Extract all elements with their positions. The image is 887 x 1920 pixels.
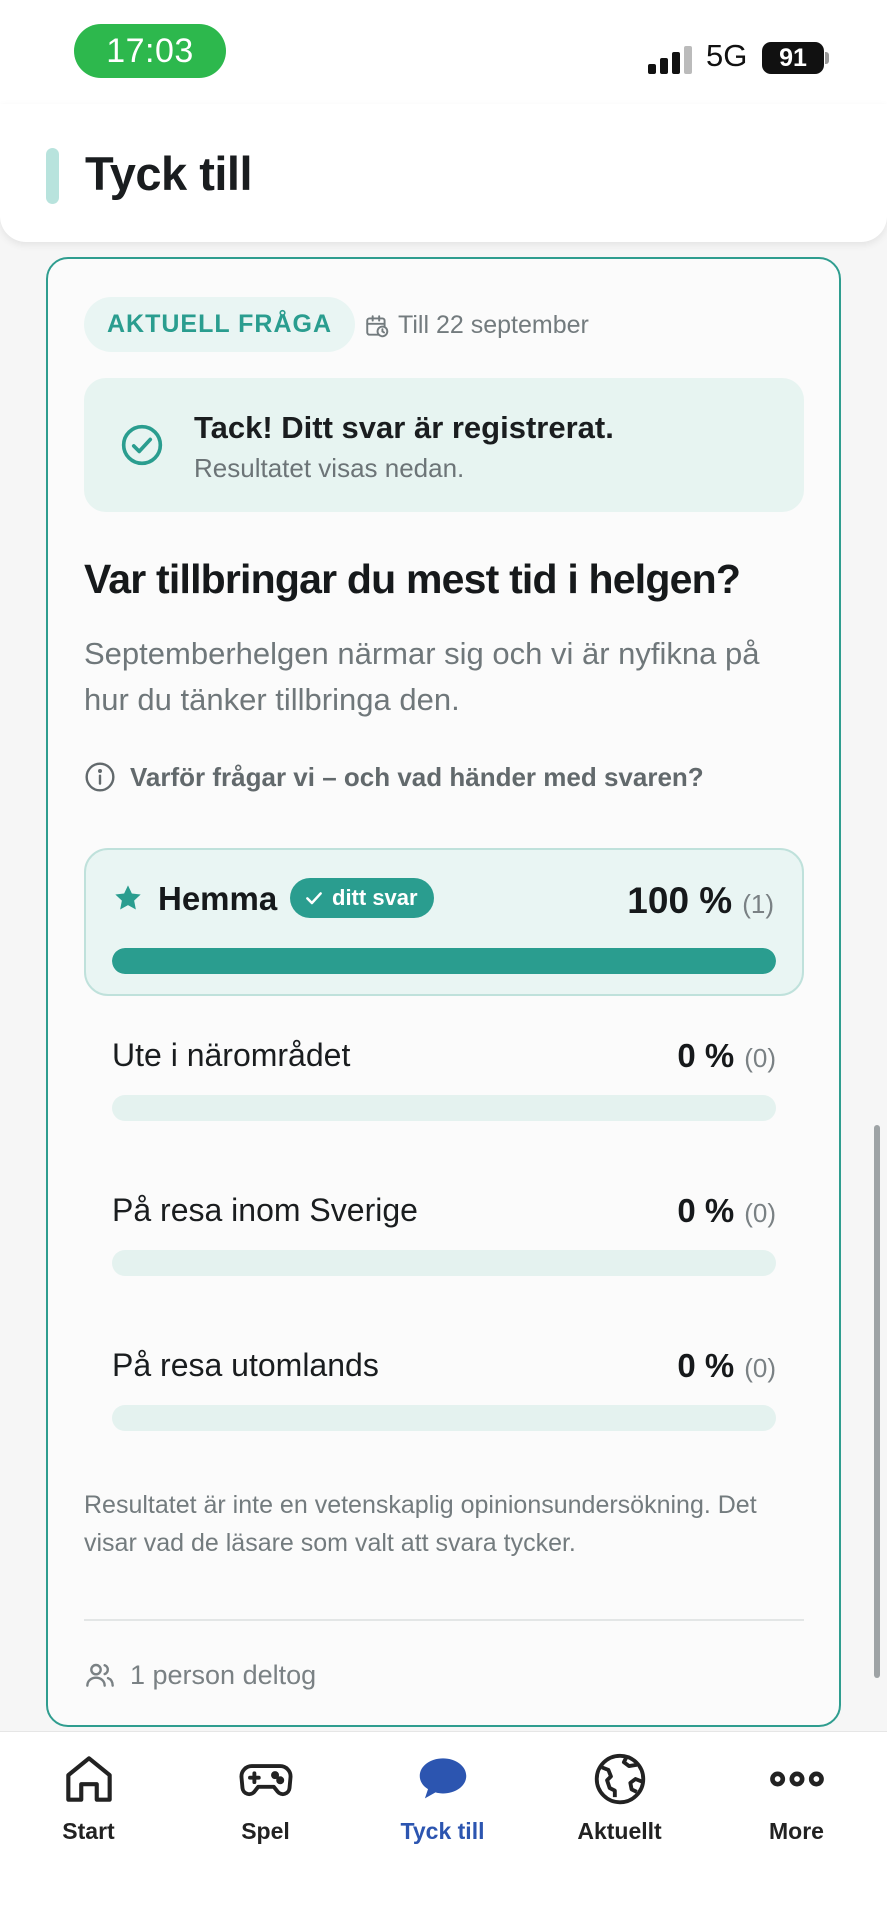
result-bar-track <box>112 1095 776 1121</box>
deadline-text: Till 22 september <box>398 311 589 339</box>
nav-more[interactable]: More <box>708 1732 885 1920</box>
option-count: (0) <box>744 1353 776 1383</box>
battery-icon: 91 <box>762 42 824 74</box>
result-bar-fill <box>112 948 776 974</box>
nav-label: More <box>769 1818 824 1844</box>
result-bar-track <box>112 1405 776 1431</box>
your-answer-badge: ditt svar <box>290 878 434 918</box>
nav-label: Tyck till <box>400 1818 485 1844</box>
option-percent: 0 % <box>677 1347 735 1384</box>
poll-description: Septemberhelgen närmar sig och vi är nyf… <box>84 636 760 717</box>
confirmation-title: Tack! Ditt svar är registrerat. <box>194 410 614 445</box>
info-icon <box>85 762 115 792</box>
poll-option: Ute i närområdet 0 % (0) <box>84 1037 804 1147</box>
check-circle-icon <box>121 424 163 466</box>
bottom-nav: Start Spel Tyck till Aktuellt More <box>0 1731 887 1920</box>
option-result: 100 % (1) <box>627 880 774 922</box>
why-we-ask-link[interactable]: Varför frågar vi – och vad händer med sv… <box>84 761 704 793</box>
poll-option: På resa utomlands 0 % (0) <box>84 1347 804 1457</box>
nav-label: Start <box>62 1818 115 1844</box>
divider <box>84 1619 804 1621</box>
star-icon <box>115 885 141 910</box>
disclaimer: Resultatet är inte en vetenskaplig opini… <box>84 1491 757 1557</box>
poll-option: På resa inom Sverige 0 % (0) <box>84 1192 804 1302</box>
option-result: 0 % (0) <box>677 1347 776 1385</box>
check-icon <box>306 892 322 905</box>
home-icon <box>66 1756 112 1802</box>
page-title: Tyck till <box>85 147 253 200</box>
option-percent: 0 % <box>677 1037 735 1074</box>
option-result: 0 % (0) <box>677 1037 776 1075</box>
option-count: (0) <box>744 1043 776 1073</box>
poll-card: AKTUELL FRÅGA Till 22 september Tack! Di… <box>46 257 841 1727</box>
page-header: Tyck till <box>0 104 887 242</box>
option-count: (0) <box>744 1198 776 1228</box>
current-question-badge: AKTUELL FRÅGA <box>84 297 356 352</box>
option-percent: 0 % <box>677 1192 735 1229</box>
more-dots-icon <box>770 1771 824 1787</box>
nav-start[interactable]: Start <box>0 1732 177 1920</box>
option-label: Ute i närområdet <box>112 1037 351 1073</box>
option-result: 0 % (0) <box>677 1192 776 1230</box>
status-bar: 17:03 5G 91 <box>0 0 887 104</box>
option-label: På resa utomlands <box>112 1347 379 1383</box>
result-bar-track <box>112 1250 776 1276</box>
status-time: 17:03 <box>74 24 226 78</box>
option-count: (1) <box>742 889 774 919</box>
battery-tip <box>825 52 829 64</box>
calendar-clock-icon <box>366 314 389 337</box>
globe-icon <box>594 1753 646 1805</box>
participants: 1 person deltog <box>84 1659 316 1691</box>
nav-aktuellt[interactable]: Aktuellt <box>531 1732 708 1920</box>
poll-question: Var tillbringar du mest tid i helgen? <box>84 556 741 602</box>
signal-icon <box>648 44 696 74</box>
chat-bubble-icon <box>419 1758 467 1799</box>
nav-spel[interactable]: Spel <box>177 1732 354 1920</box>
option-label: På resa inom Sverige <box>112 1192 418 1228</box>
option-label: Hemma <box>158 880 278 917</box>
option-percent: 100 % <box>627 880 733 921</box>
nav-label: Spel <box>241 1818 290 1844</box>
participants-text: 1 person deltog <box>130 1659 317 1690</box>
deadline: Till 22 september <box>364 311 589 340</box>
confirmation-banner: Tack! Ditt svar är registrerat. Resultat… <box>84 378 804 512</box>
nav-label: Aktuellt <box>577 1818 662 1844</box>
why-we-ask-text: Varför frågar vi – och vad händer med sv… <box>130 761 704 792</box>
nav-tyck-till[interactable]: Tyck till <box>354 1732 531 1920</box>
people-icon <box>86 1663 114 1687</box>
confirmation-subtitle: Resultatet visas nedan. <box>194 453 465 483</box>
header-accent-bar <box>46 148 59 204</box>
gamepad-icon <box>239 1764 293 1797</box>
result-bar-track <box>112 948 776 974</box>
network-type: 5G <box>706 38 748 73</box>
scrollbar[interactable] <box>874 1125 880 1678</box>
your-answer-label: ditt svar <box>332 885 418 910</box>
poll-option-selected: Hemma ditt svar 100 % (1) <box>84 848 804 996</box>
